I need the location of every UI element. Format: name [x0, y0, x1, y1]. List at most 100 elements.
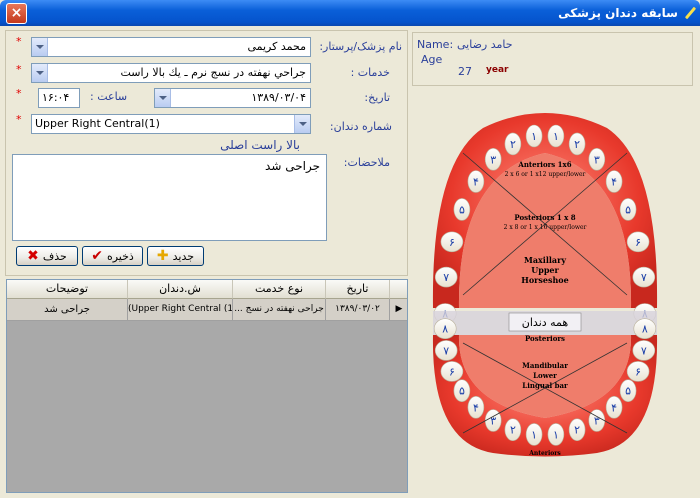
tooth-number: ۲ [574, 138, 580, 151]
chevron-down-icon[interactable] [32, 64, 48, 82]
tooth-number: ۶ [449, 236, 455, 249]
tooth-combo[interactable]: Upper Right Central(1) [31, 114, 311, 134]
notes-label: ملاحضات: [343, 156, 390, 169]
chevron-down-icon[interactable] [32, 38, 48, 56]
chart-label: Maxillary [524, 255, 566, 265]
save-button-label: ذخیره [106, 249, 134, 263]
table-header-tooth[interactable]: ش.دندان [128, 280, 233, 299]
save-button[interactable]: ✔ ذخیره [82, 246, 143, 266]
tooth-number: ۷ [641, 271, 647, 284]
table-row-date[interactable]: ۱۳۸۹/۰۳/۰۲ [326, 299, 390, 321]
patient-name-label: Name: [417, 38, 454, 51]
pencil-icon [684, 7, 696, 19]
age-unit: year [486, 65, 509, 75]
doctor-required-mark: * [16, 35, 22, 48]
tooth-number: ۱ [553, 428, 559, 441]
delete-button[interactable]: ✖ حذف [16, 246, 78, 266]
service-value: جراحي نهفته در نسج نرم ـ يك بالا راست [120, 66, 306, 79]
dental-chart[interactable]: ۸۷۶۵۴۳۲۱۱۲۳۴۵۶۷۸ ۸۷۶۵۴۳۲۱۱۲۳۴۵۶۷۸ Anteri… [423, 103, 667, 460]
tooth-description: بالا راست اصلی [220, 138, 300, 152]
tooth-number: ۷ [641, 344, 647, 357]
tooth-number: ۵ [625, 203, 631, 216]
tooth-number: ۴ [473, 401, 479, 414]
tooth-number: ۲ [574, 424, 580, 437]
doctor-label: نام پزشک/پرستار: [319, 40, 402, 53]
tooth-number: ۲ [510, 138, 516, 151]
tooth-number: ۶ [449, 365, 455, 378]
time-value: ۱۶:۰۴ [42, 91, 70, 104]
tooth-number: ۴ [611, 401, 617, 414]
tooth-number: ۸ [442, 323, 448, 336]
table-header-date[interactable]: تاریخ [326, 280, 390, 299]
service-required-mark: * [16, 63, 22, 76]
history-table[interactable]: توضیحات ش.دندان نوع خدمت تاریخ جراحی شد … [6, 279, 408, 493]
patient-info-panel: Name: حامد رضایی Age 27 year [412, 32, 693, 86]
delete-button-label: حذف [42, 249, 67, 263]
chart-label: Mandibular [522, 361, 568, 370]
tooth-number: ۵ [459, 385, 465, 398]
age-value: 27 [458, 65, 472, 78]
table-header-notes[interactable]: توضیحات [7, 280, 128, 299]
chevron-down-icon[interactable] [155, 89, 171, 107]
table-header-selector [390, 280, 407, 299]
close-button[interactable]: × [6, 2, 27, 24]
tooth-label: شماره دندان: [329, 120, 392, 133]
date-required-mark: * [16, 87, 22, 100]
table-row-service[interactable]: جراحی نهفته در نسج ... [233, 299, 326, 321]
date-field[interactable]: ۱۳۸۹/۰۳/۰۴ [154, 88, 311, 108]
date-label: تاریخ: [364, 91, 390, 104]
row-selector-arrow: ▶ [390, 299, 407, 321]
chevron-down-icon[interactable] [294, 115, 310, 133]
patient-name-value: حامد رضایی [457, 38, 513, 51]
tooth-number: ۷ [443, 344, 449, 357]
time-field[interactable]: ۱۶:۰۴ [38, 88, 80, 108]
tooth-number: ۱ [531, 428, 537, 441]
title-bar: × سابقه دندان پزشکی [0, 0, 700, 26]
add-icon: ✚ [156, 248, 169, 264]
tooth-number: ۵ [625, 385, 631, 398]
tooth-value: Upper Right Central(1) [35, 117, 160, 130]
tooth-number: ۳ [490, 153, 496, 166]
service-combo[interactable]: جراحي نهفته در نسج نرم ـ يك بالا راست [31, 63, 311, 83]
chart-label: Anteriors 1x6 [517, 160, 571, 169]
chart-label: Lower [533, 371, 557, 380]
time-label: ساعت : [90, 90, 128, 103]
row-arrow-icon: ▶ [395, 304, 403, 314]
window-title: سابقه دندان پزشکی [558, 6, 678, 20]
table-header-service[interactable]: نوع خدمت [233, 280, 326, 299]
chart-label: Upper [531, 265, 559, 275]
chart-label: Anteriors [528, 450, 561, 457]
tooth-number: ۸ [642, 323, 648, 336]
chart-label: Lingual bar [522, 381, 568, 390]
chart-label: 2 x 8 or 1 x 16 upper/lower [504, 224, 587, 231]
table-row-notes[interactable]: جراحی شد [7, 299, 128, 321]
age-label: Age [421, 53, 443, 66]
tooth-number: ۱ [553, 130, 559, 143]
tooth-number: ۴ [611, 176, 617, 189]
table-row-tooth[interactable]: (Upper Right Central (1 [128, 299, 233, 321]
tooth-number: ۷ [443, 271, 449, 284]
tooth-number: ۱ [531, 130, 537, 143]
notes-value: جراحی شد [265, 159, 320, 173]
all-teeth-button-label: همه دندان [522, 316, 569, 329]
new-button-label: جدید [172, 249, 195, 263]
service-label: خدمات : [350, 66, 390, 79]
tooth-required-mark: * [16, 113, 22, 126]
notes-textarea[interactable]: جراحی شد [12, 154, 327, 241]
tooth-number: ۵ [459, 203, 465, 216]
client-area: Name: حامد رضایی Age 27 year * محمد کریم… [3, 26, 697, 495]
tooth-number: ۳ [594, 153, 600, 166]
chart-label: Horseshoe [521, 275, 568, 285]
new-button[interactable]: ✚ جدید [147, 246, 204, 266]
save-check-icon: ✔ [91, 248, 103, 264]
chart-label: Posteriors [525, 334, 565, 343]
form-panel: * محمد کریمی نام پزشک/پرستار: * جراحي نه… [5, 30, 408, 276]
tooth-number: ۲ [510, 424, 516, 437]
delete-x-icon: ✖ [27, 248, 39, 264]
tooth-number: ۶ [635, 236, 641, 249]
tooth-number: ۶ [635, 365, 641, 378]
chart-label: 2 x 6 or 1 x12 upper/lower [505, 171, 586, 178]
chart-label: Posteriors 1 x 8 [514, 213, 575, 222]
doctor-value: محمد کریمی [247, 40, 306, 53]
doctor-combo[interactable]: محمد کریمی [31, 37, 311, 57]
